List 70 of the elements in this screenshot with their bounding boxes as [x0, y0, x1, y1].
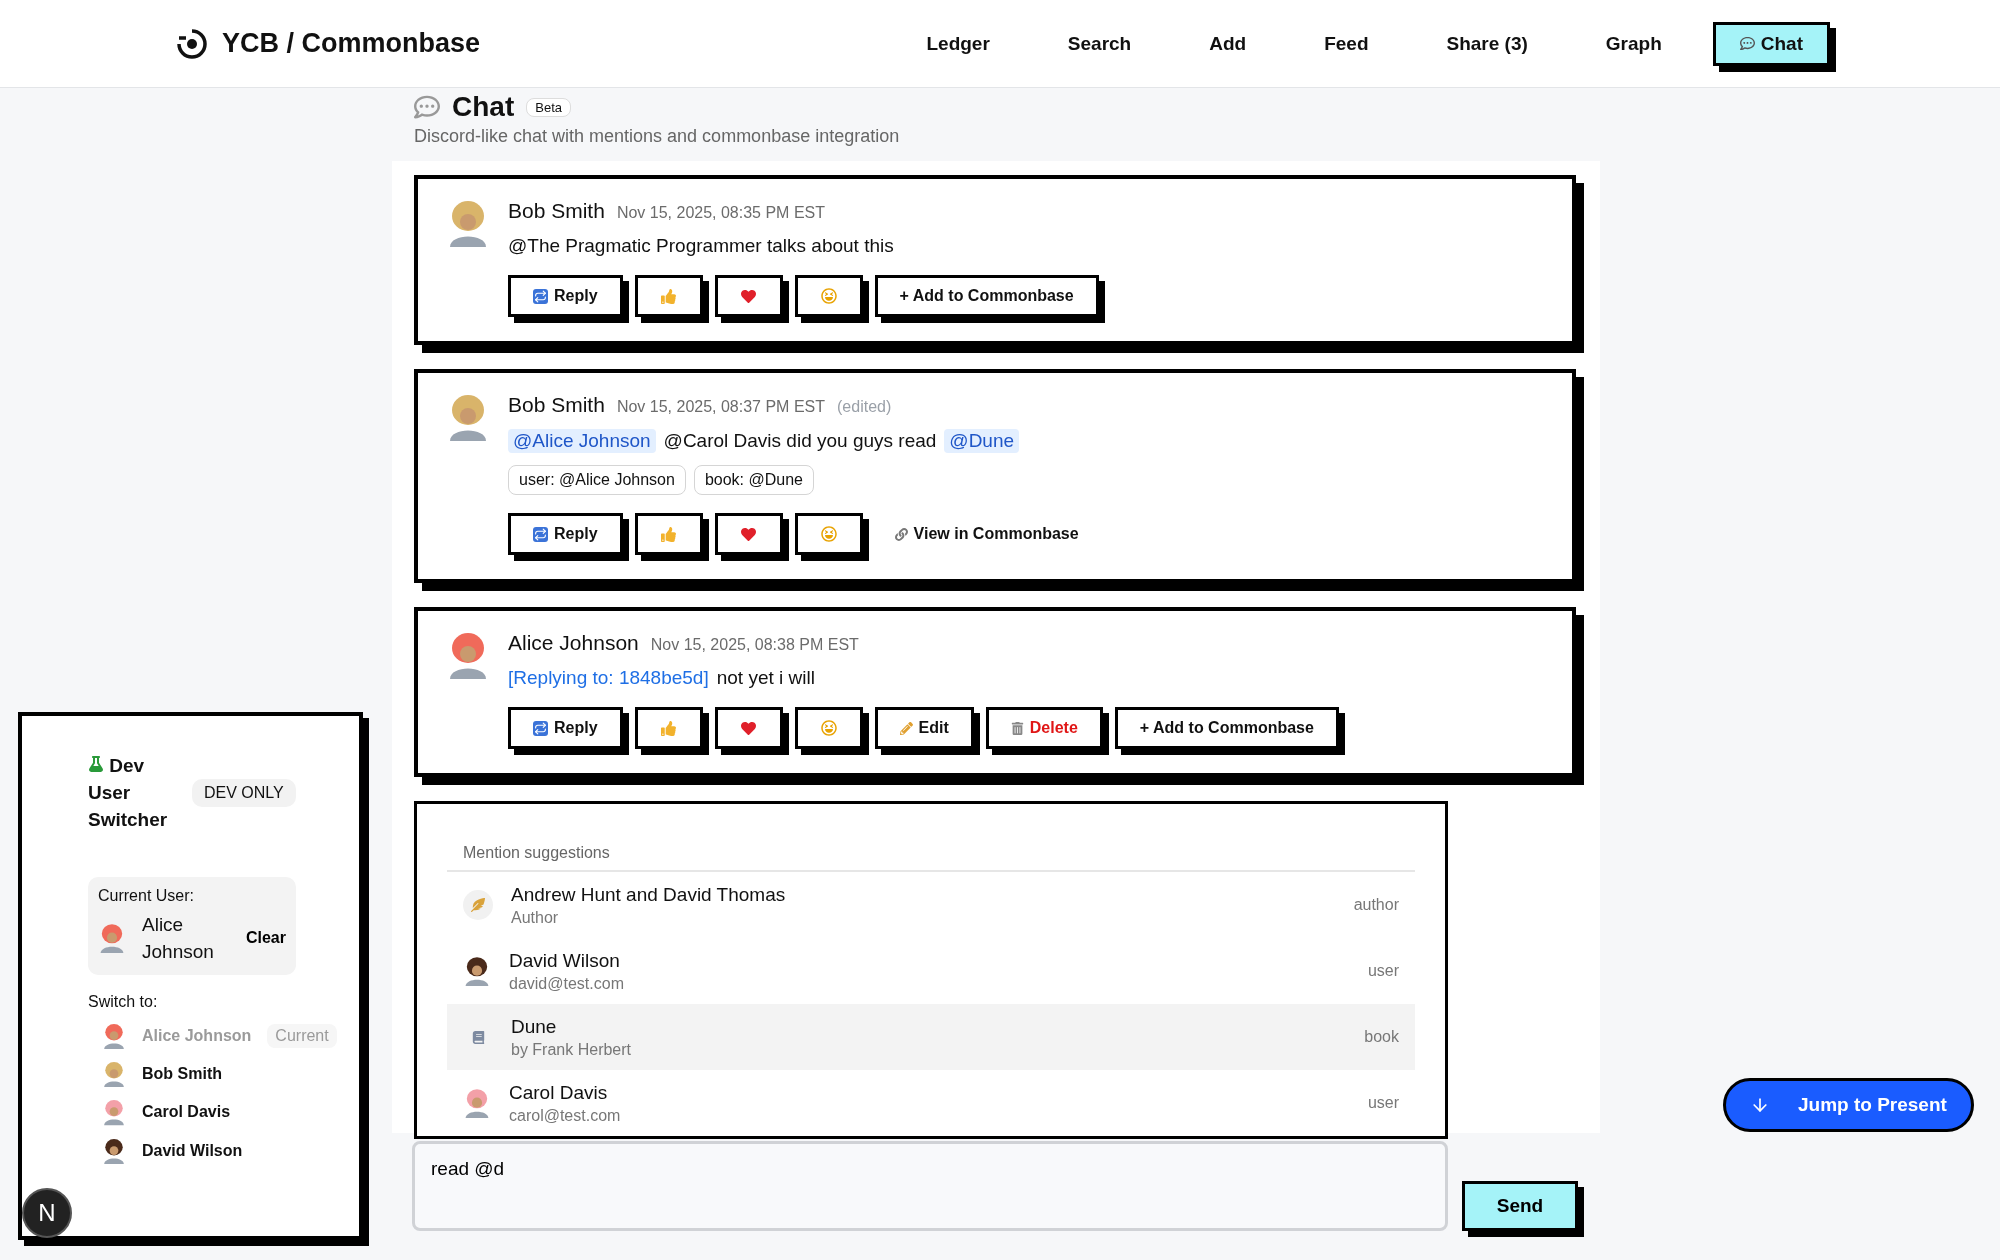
reference-chip[interactable]: user: @Alice Johnson: [508, 465, 686, 495]
message-time: Nov 15, 2025, 08:38 PM EST: [650, 636, 859, 654]
nav-link[interactable]: Add: [1182, 21, 1274, 66]
clear-button[interactable]: Clear: [245, 929, 286, 947]
suggestion-type: user: [1367, 1094, 1399, 1112]
thumbs-up-icon: [661, 720, 677, 736]
message-time: Nov 15, 2025, 08:35 PM EST: [616, 204, 825, 222]
current-user-label: Current User:: [98, 887, 196, 905]
link-icon: [894, 527, 908, 541]
suggestion-name: Andrew Hunt and David Thomas: [511, 883, 787, 906]
person-avatar-icon: [98, 922, 126, 954]
reply-icon: [533, 526, 548, 542]
nav-link[interactable]: Search: [1040, 21, 1159, 66]
mention-tag[interactable]: @Dune: [944, 429, 1020, 453]
trash-icon: [1010, 721, 1024, 735]
edited-label: (edited): [837, 398, 892, 416]
brand-title: YCB / Commonbase: [222, 28, 481, 59]
heart-icon: [741, 526, 757, 542]
suggestion-type: book: [1364, 1028, 1399, 1046]
message-text: not yet i will: [716, 667, 815, 689]
pencil-icon: [899, 721, 913, 735]
logo-icon: [176, 27, 208, 60]
reply-reference-link[interactable]: [Replying to: 1848be5d]: [508, 667, 709, 689]
jump-to-present-button[interactable]: Jump to Present: [1723, 1078, 1974, 1132]
author-name: Bob Smith: [508, 393, 605, 417]
suggestion-name: Dune: [511, 1015, 558, 1038]
thumbs-up-icon: [661, 526, 677, 542]
reply-icon: [533, 720, 548, 736]
user-option[interactable]: Bob Smith: [88, 1061, 222, 1088]
user-option[interactable]: David Wilson: [88, 1137, 243, 1164]
chat-bubble-icon: [414, 94, 440, 120]
author-name: Alice Johnson: [508, 631, 639, 655]
nav-link[interactable]: Feed: [1297, 21, 1396, 66]
mention-tag[interactable]: @Alice Johnson: [508, 429, 656, 453]
page-title: Chat: [452, 91, 515, 123]
nav-link[interactable]: Share (3): [1419, 21, 1555, 66]
suggestion-type: user: [1367, 962, 1399, 980]
chat-bubble-icon: [1739, 36, 1755, 51]
page-subtitle: Discord-like chat with mentions and commonbase integration: [414, 126, 901, 147]
suggestion-name: David Wilson: [509, 949, 621, 972]
panel-title: Dev User Switcher: [88, 754, 169, 832]
dev-only-label: DEV ONLY: [192, 778, 296, 807]
suggestion-item[interactable]: Dune by Frank Herbert book: [447, 1004, 1415, 1070]
heart-icon: [741, 288, 757, 304]
message-text: @Carol Davis did you guys read: [663, 430, 937, 452]
suggestion-detail: by Frank Herbert: [511, 1040, 633, 1059]
laughing-face-icon: [820, 526, 837, 542]
suggestion-detail: david@test.com: [509, 974, 625, 993]
laughing-face-icon: [820, 720, 837, 736]
thumbs-up-icon: [661, 288, 677, 304]
suggestion-name: Carol Davis: [509, 1081, 609, 1104]
message-input[interactable]: read @d: [412, 1141, 1448, 1231]
message-time: Nov 15, 2025, 08:37 PM EST: [616, 398, 825, 416]
suggestion-type: author: [1353, 896, 1399, 914]
heart-icon: [741, 720, 757, 736]
laughing-face-icon: [820, 288, 837, 304]
reply-icon: [533, 288, 548, 304]
current-user-name: Alice Johnson: [142, 913, 215, 964]
user-option[interactable]: Carol Davis: [88, 1099, 231, 1126]
beta-label: Beta: [526, 97, 571, 117]
message-text: @The Pragmatic Programmer talks about this: [508, 235, 894, 257]
view-in-commonbase-link[interactable]: View in Commonbase: [894, 525, 1079, 543]
suggestion-detail: carol@test.com: [509, 1106, 622, 1125]
nav-link[interactable]: Ledger: [899, 21, 1017, 66]
suggestion-detail: Author: [511, 908, 560, 927]
current-tag: Current: [267, 1024, 337, 1049]
reference-chip[interactable]: book: @Dune: [693, 465, 814, 495]
author-name: Bob Smith: [508, 199, 605, 223]
switch-to-label: Switch to:: [88, 993, 158, 1011]
nav-link[interactable]: Graph: [1578, 21, 1689, 66]
